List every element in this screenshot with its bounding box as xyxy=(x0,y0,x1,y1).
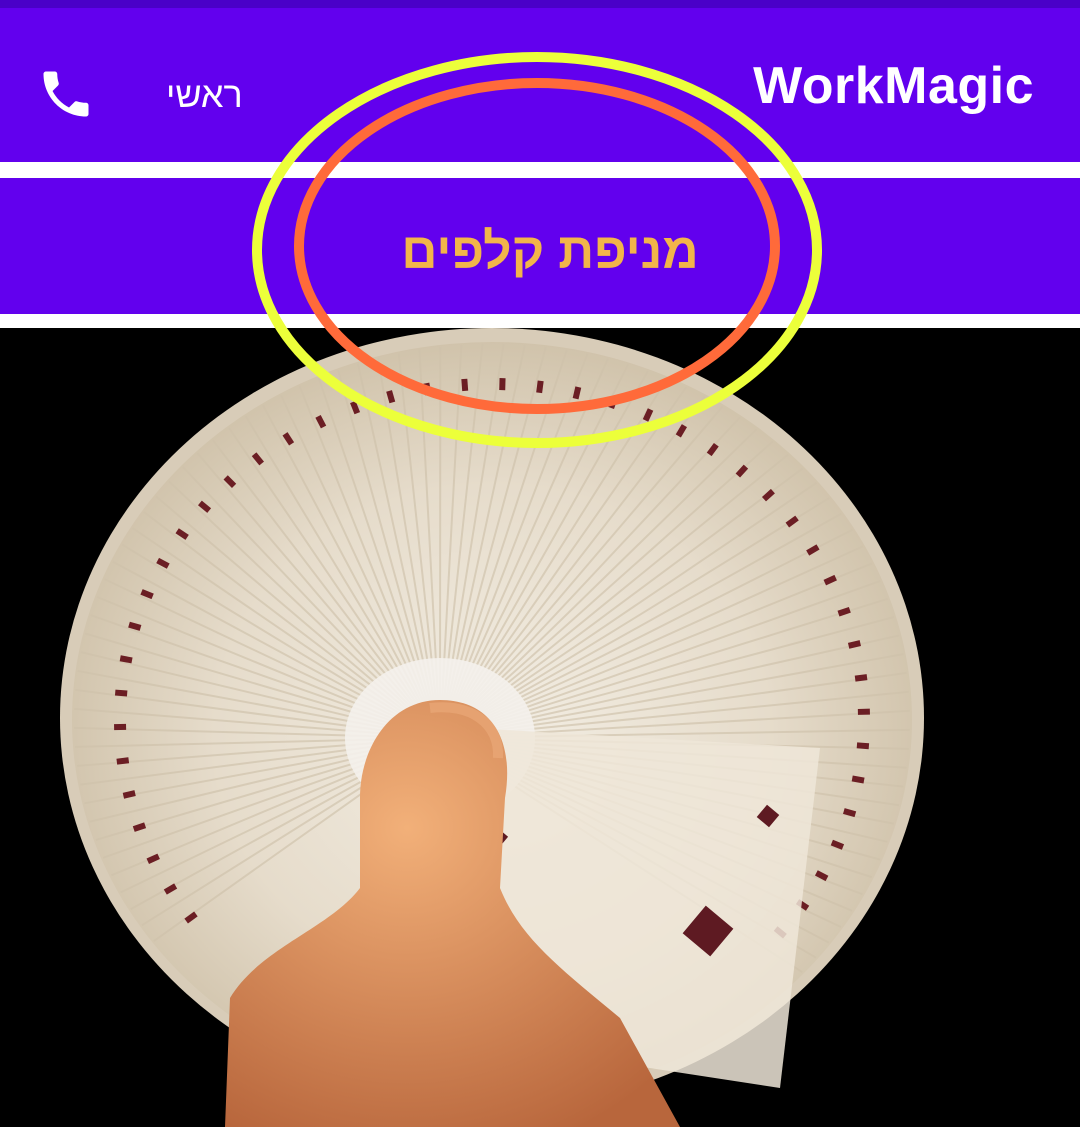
page-title-bar: מניפת קלפים xyxy=(0,178,1080,314)
card-fan-image xyxy=(0,328,1080,1127)
page-title: מניפת קלפים xyxy=(401,223,699,279)
card-index-mark xyxy=(499,378,506,391)
status-bar-strip xyxy=(0,0,1080,8)
card-index-mark xyxy=(114,723,127,731)
card-fan-illustration xyxy=(60,328,924,1127)
divider xyxy=(0,162,1080,178)
phone-icon xyxy=(43,71,89,117)
divider xyxy=(0,314,1080,328)
card-index-mark xyxy=(856,742,870,750)
home-link[interactable]: ראשי xyxy=(166,74,243,116)
screen: ראשי WorkMagic מניפת קלפים xyxy=(0,0,1080,1127)
app-bar: ראשי WorkMagic xyxy=(0,8,1080,162)
card-index-mark xyxy=(857,708,870,715)
card-index-mark xyxy=(461,378,469,392)
app-title: WorkMagic xyxy=(753,57,1034,115)
phone-button[interactable] xyxy=(36,64,96,124)
card-index-mark xyxy=(114,689,128,697)
